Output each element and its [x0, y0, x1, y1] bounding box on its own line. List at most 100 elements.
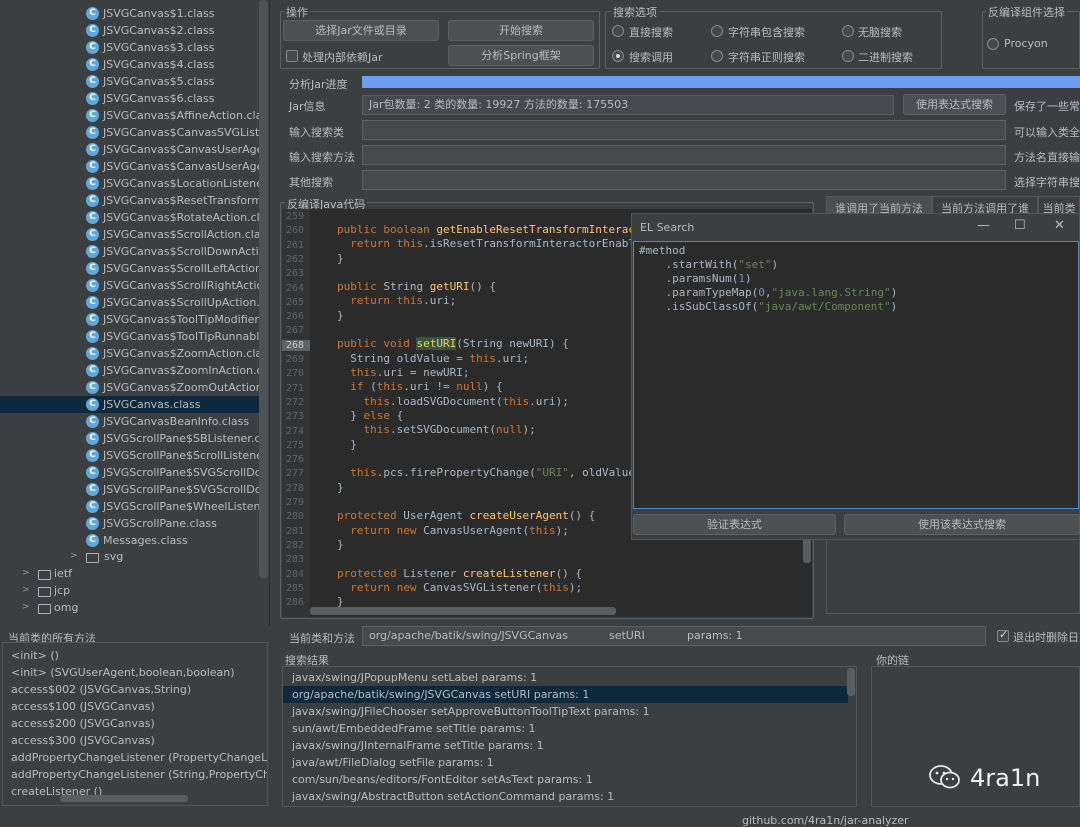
radio-call-search[interactable] — [612, 50, 624, 62]
class-icon: C — [86, 296, 99, 309]
method-list-item[interactable]: access$300 (JSVGCanvas) — [11, 732, 155, 749]
radio-str-regex[interactable] — [711, 50, 723, 62]
code-hscrollbar[interactable] — [310, 607, 616, 615]
tree-class-item[interactable]: C JSVGCanvas$ScrollRightAction — [0, 277, 260, 294]
tree-class-label: JSVGCanvas$ZoomInAction.cla — [103, 364, 260, 377]
tree-class-item[interactable]: C JSVGCanvas$1.class — [0, 5, 260, 22]
maximize-icon[interactable]: ☐ — [1014, 218, 1026, 233]
methods-hscrollbar[interactable] — [60, 795, 188, 802]
use-expression-search-button[interactable]: 使用该表达式搜索 — [844, 514, 1080, 535]
methods-list[interactable]: <init> () <init> (SVGUserAgent,boolean,bo… — [2, 642, 268, 806]
search-class-input[interactable] — [362, 120, 1006, 140]
tree-class-item[interactable]: C JSVGScrollPane$SVGScrollDoc — [0, 464, 260, 481]
line-number-gutter: 259 260 261 262 263 264 265 266 267 268 269 270 271 2… — [282, 209, 310, 617]
tree-class-label: JSVGCanvas$6.class — [103, 92, 215, 105]
tree-class-item[interactable]: C JSVGCanvas$ScrollLeftAction.c — [0, 260, 260, 277]
result-row[interactable]: javax/swing/AbstractButton setActionComm… — [283, 788, 848, 805]
line-number: 281 — [286, 525, 305, 537]
tree-class-item[interactable]: C JSVGScrollPane$SVGScrollDoc — [0, 481, 260, 498]
tree-class-item[interactable]: C JSVGCanvasBeanInfo.class — [0, 413, 260, 430]
tree-scrollbar[interactable] — [259, 0, 268, 578]
inner-deps-label: 处理内部依赖Jar — [302, 51, 383, 64]
result-row[interactable]: com/sun/beans/editors/FontEditor setAsTe… — [283, 771, 848, 788]
tree-class-item[interactable]: C JSVGCanvas$AffineAction.class — [0, 107, 260, 124]
tree-class-item[interactable]: C JSVGCanvas$ToolTipRunnable — [0, 328, 260, 345]
chevron-right-icon: > — [22, 568, 30, 578]
tree-class-item[interactable]: C JSVGScrollPane$ScrollListener. — [0, 447, 260, 464]
result-row[interactable]: sun/awt/EmbeddedFrame setTitle params: 1 — [283, 720, 848, 737]
tree-class-item[interactable]: C JSVGCanvas$RotateAction.class — [0, 209, 260, 226]
tree-class-item[interactable]: C JSVGCanvas$5.class — [0, 73, 260, 90]
tree-class-item[interactable]: C JSVGCanvas$3.class — [0, 39, 260, 56]
folder-icon — [38, 570, 51, 580]
tree-class-item[interactable]: C JSVGCanvas.class — [0, 396, 260, 413]
inner-deps-checkbox[interactable] — [286, 50, 298, 62]
tree-class-item[interactable]: C JSVGScrollPane.class — [0, 515, 260, 532]
tree-class-item[interactable]: C JSVGScrollPane$SBListener.cla — [0, 430, 260, 447]
tree-class-item[interactable]: C JSVGCanvas$2.class — [0, 22, 260, 39]
exit-delete-log-checkbox[interactable] — [997, 628, 1009, 642]
tree-class-item[interactable]: C JSVGCanvas$ScrollUpAction.cl — [0, 294, 260, 311]
search-results-list[interactable]: javax/swing/JPopupMenu setLabel params: … — [282, 666, 857, 807]
tree-class-item[interactable]: C JSVGCanvas$ZoomOutAction.c — [0, 379, 260, 396]
line-number: 282 — [286, 539, 305, 551]
el-dialog-title: EL Search — [640, 221, 695, 234]
chevron-right-icon: > — [22, 602, 30, 612]
tree-package-jcp[interactable]: > jcp — [22, 583, 212, 600]
radio-brainless-label: 无脑搜索 — [858, 26, 902, 39]
tree-class-item[interactable]: C Messages.class — [0, 532, 260, 549]
tree-class-label: JSVGCanvas$4.class — [103, 58, 215, 71]
start-search-button[interactable]: 开始搜索 — [448, 20, 594, 41]
method-list-item[interactable]: <init> (SVGUserAgent,boolean,boolean) — [11, 664, 235, 681]
other-search-input[interactable] — [362, 170, 1006, 190]
tree-class-item[interactable]: C JSVGCanvas$CanvasUserAgen — [0, 158, 260, 175]
tree-package-svg[interactable]: > svg — [70, 549, 260, 566]
method-list-item[interactable]: addPropertyChangeListener (String,Proper… — [11, 766, 267, 783]
tree-class-label: JSVGCanvas$ResetTransformA — [103, 194, 260, 207]
radio-str-contains[interactable] — [711, 25, 723, 37]
analyze-spring-button[interactable]: 分析Spring框架 — [448, 45, 594, 66]
method-list-item[interactable]: access$100 (JSVGCanvas) — [11, 698, 155, 715]
tree-class-item[interactable]: C JSVGCanvas$ScrollAction.class — [0, 226, 260, 243]
tree-class-item[interactable]: C JSVGCanvas$ZoomInAction.cla — [0, 362, 260, 379]
radio-binary[interactable] — [842, 50, 854, 62]
radio-procyon[interactable] — [987, 38, 999, 50]
tree-class-item[interactable]: C JSVGCanvas$ZoomAction.class — [0, 345, 260, 362]
results-vscrollbar[interactable] — [847, 668, 855, 696]
class-icon: C — [86, 194, 99, 207]
search-method-input[interactable] — [362, 145, 1006, 165]
select-jar-button[interactable]: 选择Jar文件或目录 — [283, 20, 439, 41]
tree-class-item[interactable]: C JSVGCanvas$ResetTransformA — [0, 192, 260, 209]
line-number: 266 — [286, 311, 305, 323]
result-row[interactable]: javax/swing/JPopupMenu setLabel params: … — [283, 669, 848, 686]
tree-class-item[interactable]: C JSVGCanvas$ToolTipModifier. — [0, 311, 260, 328]
line-number: 269 — [286, 354, 305, 365]
radio-brainless[interactable] — [842, 25, 854, 37]
tree-class-item[interactable]: C JSVGCanvas$CanvasSVGListen — [0, 124, 260, 141]
verify-expression-button[interactable]: 验证表达式 — [633, 514, 836, 535]
result-row[interactable]: javax/swing/JInternalFrame setTitle para… — [283, 737, 848, 754]
chevron-right-icon: > — [70, 551, 78, 561]
radio-direct-search[interactable] — [612, 25, 624, 37]
method-list-item[interactable]: access$200 (JSVGCanvas) — [11, 715, 155, 732]
method-list-item[interactable]: addPropertyChangeListener (PropertyChang… — [11, 749, 267, 766]
method-list-item[interactable]: <init> () — [11, 647, 59, 664]
result-row[interactable]: org/apache/batik/swing/JSVGCanvas setURI… — [283, 686, 848, 703]
tree-class-item[interactable]: C JSVGCanvas$CanvasUserAgen — [0, 141, 260, 158]
tree-class-item[interactable]: C JSVGCanvas$LocationListener. — [0, 175, 260, 192]
tree-class-item[interactable]: C JSVGCanvas$ScrollDownActio — [0, 243, 260, 260]
line-number: 283 — [286, 554, 305, 566]
result-row[interactable]: javax/swing/JFileChooser setApproveButto… — [283, 703, 848, 720]
expression-search-button[interactable]: 使用表达式搜索 — [903, 94, 1006, 115]
tree-class-item[interactable]: C JSVGCanvas$6.class — [0, 90, 260, 107]
tree-package-ietf[interactable]: > ietf — [22, 566, 212, 583]
minimize-icon[interactable]: — — [977, 218, 990, 233]
tree-class-item[interactable]: C JSVGScrollPane$WheelListener — [0, 498, 260, 515]
class-icon: C — [86, 500, 99, 513]
tree-class-item[interactable]: C JSVGCanvas$4.class — [0, 56, 260, 73]
class-tree[interactable]: C JSVGCanvas$1.class C JSVGCanvas$2.class C J… — [0, 0, 270, 626]
tree-package-omg[interactable]: > omg — [22, 600, 212, 617]
result-row[interactable]: java/awt/FileDialog setFile params: 1 — [283, 754, 848, 771]
close-icon[interactable]: ✕ — [1054, 218, 1065, 233]
method-list-item[interactable]: access$002 (JSVGCanvas,String) — [11, 681, 191, 698]
